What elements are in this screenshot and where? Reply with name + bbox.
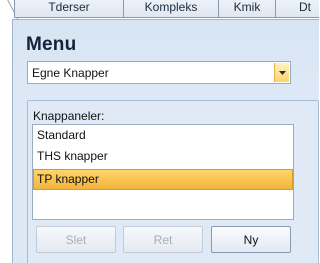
tab-2-label: Kompleks — [144, 0, 198, 14]
panels-group: Knappaneler: Standard THS knapper TP kna… — [27, 100, 319, 263]
tab-2[interactable]: Kompleks — [123, 0, 219, 18]
new-button[interactable]: Ny — [211, 226, 291, 253]
delete-button[interactable]: Slet — [36, 226, 116, 253]
chevron-down-icon — [278, 70, 286, 75]
tab-3[interactable]: Kmik — [218, 0, 276, 18]
tab-4-label: Dt — [299, 0, 311, 14]
window: Tderser Kompleks Kmik Dt Menu Egne Knapp… — [0, 0, 319, 263]
tab-1-label: Tderser — [48, 0, 90, 14]
tab-1[interactable]: Tderser — [14, 0, 124, 18]
tab-3-label: Kmik — [233, 0, 261, 14]
menu-dropdown-value: Egne Knapper — [32, 66, 109, 80]
list-item-tp-knapper[interactable]: TP knapper — [33, 169, 293, 190]
menu-dropdown[interactable]: Egne Knapper — [27, 61, 291, 84]
tab-4[interactable]: Dt — [275, 0, 319, 18]
edit-button[interactable]: Ret — [123, 226, 203, 253]
panels-listbox[interactable]: Standard THS knapper TP knapper — [32, 124, 294, 220]
panels-group-label: Knappaneler: — [33, 109, 105, 123]
menu-panel: Menu Egne Knapper Knappaneler: Standard … — [12, 19, 319, 263]
dropdown-arrow-button[interactable] — [274, 63, 289, 82]
panel-title: Menu — [26, 34, 77, 55]
list-item-standard[interactable]: Standard — [33, 125, 293, 146]
list-item-ths-knapper[interactable]: THS knapper — [33, 146, 293, 167]
tab-strip: Tderser Kompleks Kmik Dt — [0, 0, 319, 20]
